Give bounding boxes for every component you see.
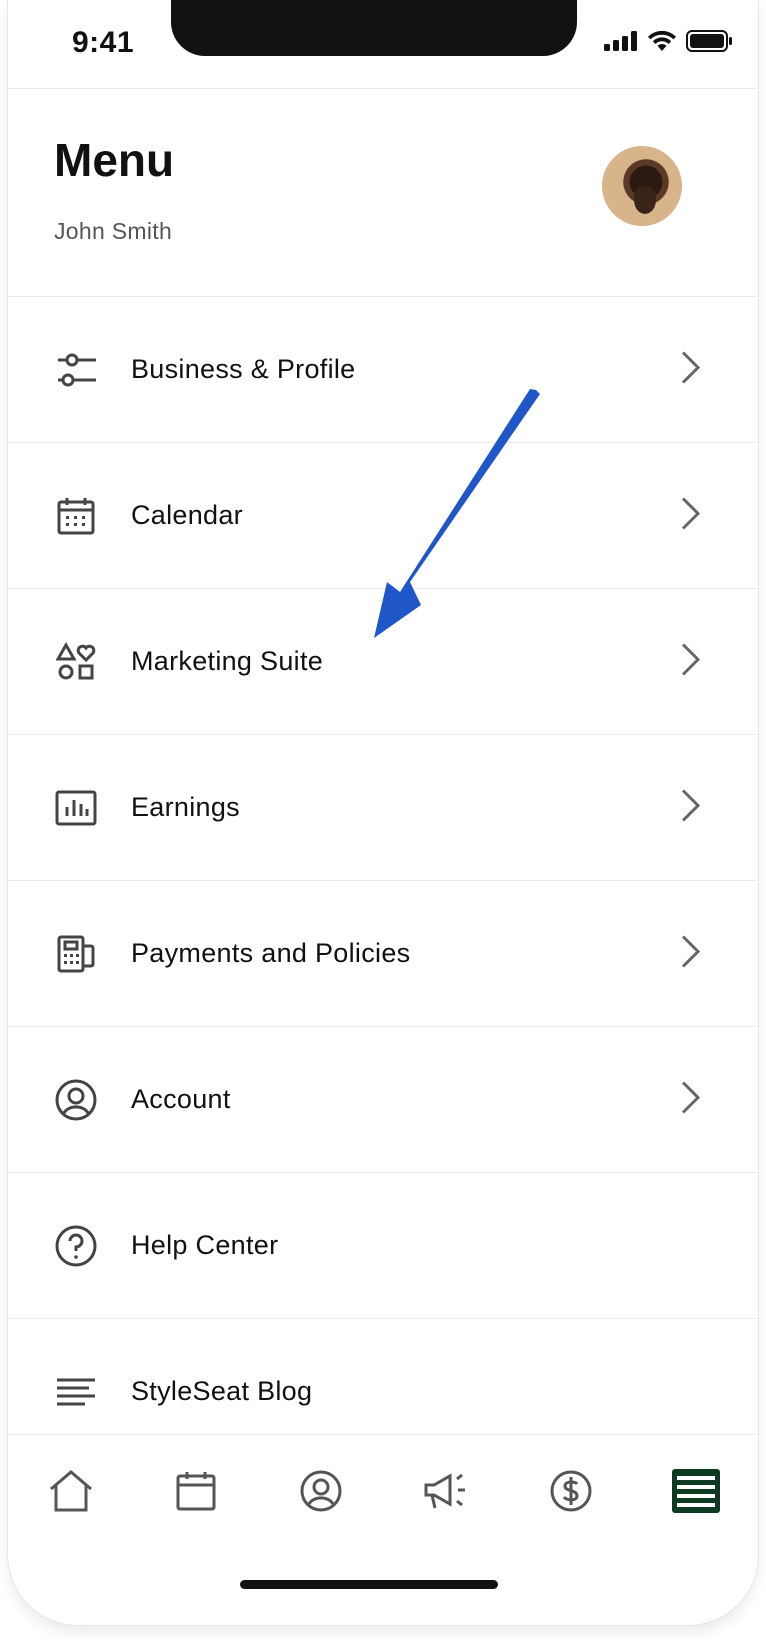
text-lines-icon [54,1370,98,1414]
user-circle-icon [54,1078,98,1122]
calendar-icon [54,494,98,538]
menu-item-label: Account [131,1084,231,1114]
status-time: 9:41 [72,26,135,59]
phone-frame: 9:41 Menu John Smith Business & Profile … [8,0,758,1625]
calendar-icon [176,1472,215,1511]
nav-marketing[interactable] [420,1465,472,1517]
chevron-right-icon [680,350,701,389]
chevron-right-icon [680,788,701,827]
status-icons [604,30,732,52]
nav-home[interactable] [45,1465,97,1517]
menu-item-marketing-suite[interactable]: Marketing Suite [8,588,758,734]
header-divider [8,88,758,89]
menu-item-label: Help Center [131,1230,279,1260]
page-title: Menu [54,134,175,186]
sliders-icon [54,348,98,392]
nav-menu[interactable] [670,1465,722,1517]
dollar-icon [550,1470,591,1512]
chevron-right-icon [680,496,701,535]
megaphone-icon [424,1473,465,1509]
menu-item-payments-policies[interactable]: Payments and Policies [8,880,758,1026]
user-name: John Smith [54,218,173,244]
battery-icon [686,30,732,52]
help-circle-icon [54,1224,98,1268]
menu-item-label: Payments and Policies [131,938,411,968]
menu-item-label: Earnings [131,792,240,822]
menu-item-label: Business & Profile [131,354,356,384]
menu-item-account[interactable]: Account [8,1026,758,1172]
menu-item-label: Calendar [131,500,243,530]
profile-icon [300,1470,341,1512]
menu-item-earnings[interactable]: Earnings [8,734,758,880]
avatar[interactable] [602,146,682,226]
chevron-right-icon [680,642,701,681]
wifi-icon [648,31,676,51]
menu-list: Business & Profile Calendar Marketing Su… [8,296,758,1464]
chevron-right-icon [680,1080,701,1119]
nav-calendar[interactable] [170,1465,222,1517]
home-icon [49,1470,92,1512]
chevron-right-icon [680,934,701,973]
signal-icon [604,31,637,51]
menu-item-label: StyleSeat Blog [131,1376,313,1406]
card-reader-icon [54,932,98,976]
shapes-heart-icon [54,640,98,684]
menu-item-calendar[interactable]: Calendar [8,442,758,588]
bottom-nav [8,1434,758,1554]
menu-icon [671,1469,720,1513]
device-notch [171,0,577,56]
bar-chart-icon [54,786,98,830]
home-indicator [240,1580,498,1589]
menu-item-business-profile[interactable]: Business & Profile [8,296,758,442]
menu-item-help-center[interactable]: Help Center [8,1172,758,1318]
nav-profile[interactable] [295,1465,347,1517]
nav-earnings[interactable] [545,1465,597,1517]
menu-item-label: Marketing Suite [131,646,324,676]
